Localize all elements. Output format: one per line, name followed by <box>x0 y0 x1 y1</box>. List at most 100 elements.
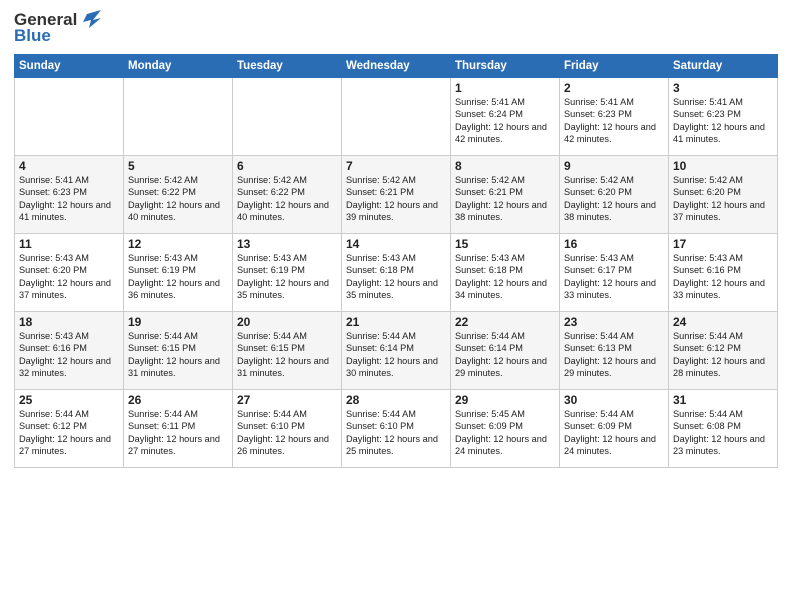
calendar-cell: 4Sunrise: 5:41 AM Sunset: 6:23 PM Daylig… <box>15 156 124 234</box>
week-row-4: 18Sunrise: 5:43 AM Sunset: 6:16 PM Dayli… <box>15 312 778 390</box>
calendar-cell: 31Sunrise: 5:44 AM Sunset: 6:08 PM Dayli… <box>669 390 778 468</box>
calendar-cell: 5Sunrise: 5:42 AM Sunset: 6:22 PM Daylig… <box>124 156 233 234</box>
day-number: 31 <box>673 393 773 407</box>
cell-content: Sunrise: 5:43 AM Sunset: 6:20 PM Dayligh… <box>19 252 119 302</box>
calendar-cell: 28Sunrise: 5:44 AM Sunset: 6:10 PM Dayli… <box>342 390 451 468</box>
day-number: 25 <box>19 393 119 407</box>
calendar-cell: 17Sunrise: 5:43 AM Sunset: 6:16 PM Dayli… <box>669 234 778 312</box>
day-number: 28 <box>346 393 446 407</box>
col-header-saturday: Saturday <box>669 55 778 78</box>
day-number: 8 <box>455 159 555 173</box>
week-row-5: 25Sunrise: 5:44 AM Sunset: 6:12 PM Dayli… <box>15 390 778 468</box>
calendar-cell: 3Sunrise: 5:41 AM Sunset: 6:23 PM Daylig… <box>669 78 778 156</box>
calendar-cell: 13Sunrise: 5:43 AM Sunset: 6:19 PM Dayli… <box>233 234 342 312</box>
cell-content: Sunrise: 5:43 AM Sunset: 6:18 PM Dayligh… <box>346 252 446 302</box>
calendar-cell: 25Sunrise: 5:44 AM Sunset: 6:12 PM Dayli… <box>15 390 124 468</box>
logo: General Blue <box>14 10 101 46</box>
cell-content: Sunrise: 5:44 AM Sunset: 6:14 PM Dayligh… <box>346 330 446 380</box>
day-number: 23 <box>564 315 664 329</box>
day-number: 19 <box>128 315 228 329</box>
cell-content: Sunrise: 5:41 AM Sunset: 6:23 PM Dayligh… <box>19 174 119 224</box>
calendar-cell: 6Sunrise: 5:42 AM Sunset: 6:22 PM Daylig… <box>233 156 342 234</box>
day-number: 2 <box>564 81 664 95</box>
cell-content: Sunrise: 5:44 AM Sunset: 6:12 PM Dayligh… <box>19 408 119 458</box>
day-number: 16 <box>564 237 664 251</box>
day-number: 18 <box>19 315 119 329</box>
logo-blue: Blue <box>14 26 51 46</box>
calendar-cell: 30Sunrise: 5:44 AM Sunset: 6:09 PM Dayli… <box>560 390 669 468</box>
cell-content: Sunrise: 5:43 AM Sunset: 6:17 PM Dayligh… <box>564 252 664 302</box>
calendar-cell: 7Sunrise: 5:42 AM Sunset: 6:21 PM Daylig… <box>342 156 451 234</box>
calendar-cell <box>233 78 342 156</box>
calendar-cell: 19Sunrise: 5:44 AM Sunset: 6:15 PM Dayli… <box>124 312 233 390</box>
cell-content: Sunrise: 5:41 AM Sunset: 6:24 PM Dayligh… <box>455 96 555 146</box>
cell-content: Sunrise: 5:45 AM Sunset: 6:09 PM Dayligh… <box>455 408 555 458</box>
day-number: 3 <box>673 81 773 95</box>
calendar-cell: 1Sunrise: 5:41 AM Sunset: 6:24 PM Daylig… <box>451 78 560 156</box>
col-header-thursday: Thursday <box>451 55 560 78</box>
calendar-cell: 2Sunrise: 5:41 AM Sunset: 6:23 PM Daylig… <box>560 78 669 156</box>
calendar-table: SundayMondayTuesdayWednesdayThursdayFrid… <box>14 54 778 468</box>
cell-content: Sunrise: 5:42 AM Sunset: 6:20 PM Dayligh… <box>673 174 773 224</box>
day-number: 6 <box>237 159 337 173</box>
col-header-monday: Monday <box>124 55 233 78</box>
cell-content: Sunrise: 5:44 AM Sunset: 6:10 PM Dayligh… <box>346 408 446 458</box>
day-number: 20 <box>237 315 337 329</box>
main-container: General Blue SundayMondayTuesdayWednesda… <box>0 0 792 476</box>
cell-content: Sunrise: 5:42 AM Sunset: 6:22 PM Dayligh… <box>237 174 337 224</box>
cell-content: Sunrise: 5:42 AM Sunset: 6:20 PM Dayligh… <box>564 174 664 224</box>
day-number: 21 <box>346 315 446 329</box>
calendar-cell: 24Sunrise: 5:44 AM Sunset: 6:12 PM Dayli… <box>669 312 778 390</box>
day-number: 22 <box>455 315 555 329</box>
day-number: 9 <box>564 159 664 173</box>
day-number: 13 <box>237 237 337 251</box>
day-number: 15 <box>455 237 555 251</box>
day-number: 14 <box>346 237 446 251</box>
day-number: 1 <box>455 81 555 95</box>
calendar-cell: 20Sunrise: 5:44 AM Sunset: 6:15 PM Dayli… <box>233 312 342 390</box>
col-header-tuesday: Tuesday <box>233 55 342 78</box>
calendar-cell: 14Sunrise: 5:43 AM Sunset: 6:18 PM Dayli… <box>342 234 451 312</box>
cell-content: Sunrise: 5:42 AM Sunset: 6:21 PM Dayligh… <box>346 174 446 224</box>
header-row: SundayMondayTuesdayWednesdayThursdayFrid… <box>15 55 778 78</box>
cell-content: Sunrise: 5:44 AM Sunset: 6:14 PM Dayligh… <box>455 330 555 380</box>
col-header-sunday: Sunday <box>15 55 124 78</box>
calendar-cell: 23Sunrise: 5:44 AM Sunset: 6:13 PM Dayli… <box>560 312 669 390</box>
calendar-cell <box>15 78 124 156</box>
cell-content: Sunrise: 5:43 AM Sunset: 6:16 PM Dayligh… <box>673 252 773 302</box>
calendar-cell: 9Sunrise: 5:42 AM Sunset: 6:20 PM Daylig… <box>560 156 669 234</box>
day-number: 7 <box>346 159 446 173</box>
day-number: 27 <box>237 393 337 407</box>
day-number: 29 <box>455 393 555 407</box>
day-number: 11 <box>19 237 119 251</box>
cell-content: Sunrise: 5:43 AM Sunset: 6:19 PM Dayligh… <box>128 252 228 302</box>
calendar-cell: 27Sunrise: 5:44 AM Sunset: 6:10 PM Dayli… <box>233 390 342 468</box>
calendar-cell <box>342 78 451 156</box>
cell-content: Sunrise: 5:44 AM Sunset: 6:12 PM Dayligh… <box>673 330 773 380</box>
cell-content: Sunrise: 5:44 AM Sunset: 6:10 PM Dayligh… <box>237 408 337 458</box>
calendar-cell: 21Sunrise: 5:44 AM Sunset: 6:14 PM Dayli… <box>342 312 451 390</box>
cell-content: Sunrise: 5:44 AM Sunset: 6:13 PM Dayligh… <box>564 330 664 380</box>
cell-content: Sunrise: 5:43 AM Sunset: 6:19 PM Dayligh… <box>237 252 337 302</box>
cell-content: Sunrise: 5:41 AM Sunset: 6:23 PM Dayligh… <box>564 96 664 146</box>
calendar-cell: 22Sunrise: 5:44 AM Sunset: 6:14 PM Dayli… <box>451 312 560 390</box>
calendar-cell: 18Sunrise: 5:43 AM Sunset: 6:16 PM Dayli… <box>15 312 124 390</box>
calendar-cell: 11Sunrise: 5:43 AM Sunset: 6:20 PM Dayli… <box>15 234 124 312</box>
cell-content: Sunrise: 5:43 AM Sunset: 6:18 PM Dayligh… <box>455 252 555 302</box>
day-number: 26 <box>128 393 228 407</box>
calendar-cell: 15Sunrise: 5:43 AM Sunset: 6:18 PM Dayli… <box>451 234 560 312</box>
cell-content: Sunrise: 5:44 AM Sunset: 6:08 PM Dayligh… <box>673 408 773 458</box>
week-row-3: 11Sunrise: 5:43 AM Sunset: 6:20 PM Dayli… <box>15 234 778 312</box>
col-header-friday: Friday <box>560 55 669 78</box>
calendar-cell <box>124 78 233 156</box>
cell-content: Sunrise: 5:42 AM Sunset: 6:21 PM Dayligh… <box>455 174 555 224</box>
cell-content: Sunrise: 5:43 AM Sunset: 6:16 PM Dayligh… <box>19 330 119 380</box>
calendar-cell: 8Sunrise: 5:42 AM Sunset: 6:21 PM Daylig… <box>451 156 560 234</box>
cell-content: Sunrise: 5:42 AM Sunset: 6:22 PM Dayligh… <box>128 174 228 224</box>
day-number: 17 <box>673 237 773 251</box>
week-row-1: 1Sunrise: 5:41 AM Sunset: 6:24 PM Daylig… <box>15 78 778 156</box>
col-header-wednesday: Wednesday <box>342 55 451 78</box>
day-number: 5 <box>128 159 228 173</box>
logo-bird-icon <box>79 10 101 30</box>
week-row-2: 4Sunrise: 5:41 AM Sunset: 6:23 PM Daylig… <box>15 156 778 234</box>
